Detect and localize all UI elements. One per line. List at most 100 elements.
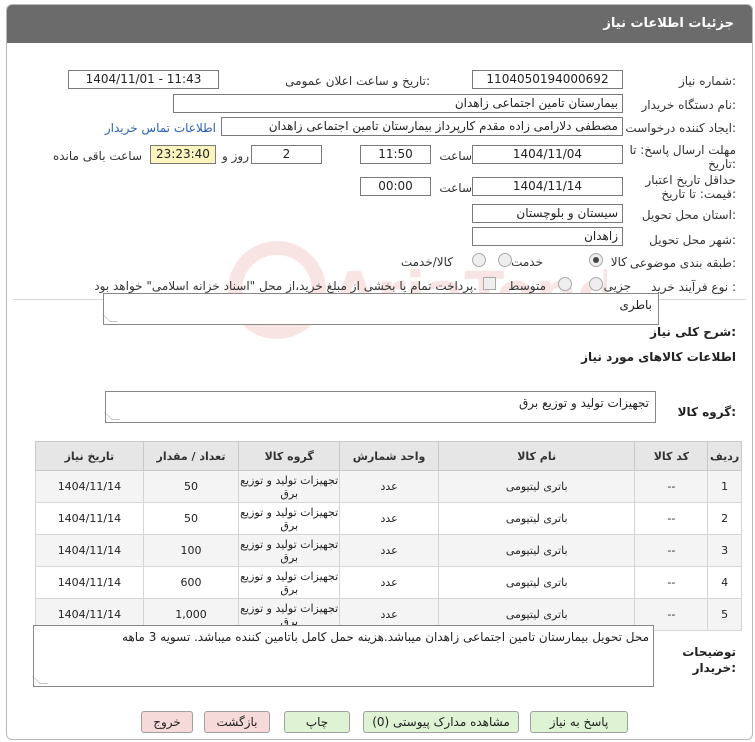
process-medium-radio[interactable]	[558, 277, 572, 291]
col-header-row-number: ردیف	[707, 441, 742, 471]
buyer-notes-label-line1: توضیحات	[682, 645, 736, 659]
category-service-radio[interactable]	[498, 253, 512, 267]
cell-unit: عدد	[339, 502, 439, 535]
city-label: شهر محل تحویل:	[649, 233, 736, 247]
goods-group-textarea: تجهیزات تولید و توزیع برق	[104, 391, 656, 423]
col-header-item-code: کد کالا	[634, 441, 709, 471]
deadline-label-line2: تاریخ:	[708, 157, 736, 171]
category-service-label: خدمت	[511, 255, 543, 269]
resize-grip-icon	[102, 314, 118, 322]
treasury-checkbox[interactable]	[483, 277, 496, 290]
reply-button[interactable]: پاسخ به نیاز	[530, 711, 628, 733]
remaining-time-field: 23:23:40	[150, 145, 216, 164]
price-validity-label-line1: حداقل تاریخ اعتبار	[645, 173, 736, 187]
cell-row-number: 2	[707, 502, 742, 535]
process-small-radio[interactable]	[589, 277, 603, 291]
deadline-date-field: 1404/11/04	[472, 145, 623, 164]
page: جزئیات اطلاعات نیاز AriaTender.neT شماره…	[0, 0, 755, 742]
cell-item-name: باتری لیتیومی	[437, 566, 636, 599]
cell-unit: عدد	[339, 470, 439, 503]
category-goods-service-label: کالا/خدمت	[400, 255, 453, 269]
cell-item-name: باتری لیتیومی	[437, 470, 636, 503]
cell-unit: عدد	[339, 566, 439, 599]
category-goods-radio[interactable]	[589, 253, 603, 267]
cell-quantity: 600	[142, 566, 240, 599]
cell-quantity: 50	[142, 502, 240, 535]
deadline-days-field: 2	[251, 145, 322, 164]
table-row: 3 -- باتری لیتیومی عدد تجهیزات تولید و ت…	[35, 534, 742, 567]
general-desc-label: شرح کلی نیاز:	[650, 325, 736, 339]
requester-label: ایجاد کننده درخواست:	[625, 121, 736, 135]
buyer-contact-link[interactable]: اطلاعات تماس خریدار	[105, 121, 216, 135]
need-details-panel: جزئیات اطلاعات نیاز AriaTender.neT شماره…	[6, 4, 753, 740]
cell-need-date: 1404/11/14	[35, 566, 144, 599]
cell-row-number: 3	[707, 534, 742, 567]
resize-grip-icon	[32, 676, 48, 684]
process-label: نوع فرآیند خرید :	[651, 280, 736, 294]
col-header-need-date: تاریخ نیاز	[35, 441, 144, 471]
cell-item-code: --	[634, 566, 709, 599]
days-label: روز و	[222, 149, 249, 163]
cell-quantity: 50	[142, 470, 240, 503]
cell-unit: عدد	[339, 534, 439, 567]
back-button[interactable]: بازگشت	[204, 711, 270, 733]
deadline-label-line1: مهلت ارسال پاسخ: تا	[629, 143, 736, 157]
cell-need-date: 1404/11/14	[35, 470, 144, 503]
exit-button[interactable]: خروج	[141, 711, 193, 733]
cell-goods-group: تجهیزات تولید و توزیع برق	[238, 534, 341, 567]
process-small-label: جزیی	[603, 279, 631, 293]
general-desc-textarea: باطری	[102, 293, 659, 325]
title-bar: جزئیات اطلاعات نیاز	[7, 5, 752, 43]
need-number-field: 1104050194000692	[472, 70, 623, 89]
col-header-unit: واحد شمارش	[339, 441, 439, 471]
cell-goods-group: تجهیزات تولید و توزیع برق	[238, 566, 341, 599]
page-title: جزئیات اطلاعات نیاز	[603, 16, 734, 31]
deadline-time-label: ساعت	[439, 149, 472, 163]
announce-datetime-label: تاریخ و ساعت اعلان عمومی:	[285, 74, 430, 88]
category-goods-service-radio[interactable]	[472, 253, 486, 267]
general-desc-text: باطری	[619, 298, 652, 312]
cell-need-date: 1404/11/14	[35, 502, 144, 535]
items-table: ردیف کد کالا نام کالا واحد شمارش گروه کا…	[35, 441, 742, 631]
cell-need-date: 1404/11/14	[35, 534, 144, 567]
province-field: سیستان و بلوچستان	[472, 204, 623, 223]
cell-item-code: --	[634, 470, 709, 503]
buyer-notes-label-line2: خریدار:	[692, 661, 736, 675]
cell-item-code: --	[634, 502, 709, 535]
cell-item-name: باتری لیتیومی	[437, 534, 636, 567]
price-validity-label-line2: قیمت: تا تاریخ:	[661, 187, 736, 201]
cell-row-number: 1	[707, 470, 742, 503]
resize-grip-icon	[104, 412, 120, 420]
buyer-org-label: نام دستگاه خریدار:	[641, 98, 737, 112]
cell-item-code: --	[634, 534, 709, 567]
col-header-goods-group: گروه کالا	[238, 441, 341, 471]
goods-group-text: تجهیزات تولید و توزیع برق	[519, 396, 649, 410]
process-medium-label: متوسط	[508, 279, 546, 293]
price-validity-date-field: 1404/11/14	[472, 177, 623, 196]
buyer-org-field: بیمارستان تامین اجتماعی زاهدان	[173, 94, 623, 113]
cell-row-number: 4	[707, 566, 742, 599]
cell-goods-group: تجهیزات تولید و توزیع برق	[238, 470, 341, 503]
treasury-note: پرداخت تمام یا بخشی از مبلغ خرید،از محل …	[94, 279, 477, 293]
buyer-notes-textarea: محل تحویل بیمارستان تامین اجتماعی زاهدان…	[32, 625, 654, 687]
print-button[interactable]: چاپ	[284, 711, 350, 733]
category-label: طبقه بندی موضوعی:	[629, 256, 736, 270]
table-row: 4 -- باتری لیتیومی عدد تجهیزات تولید و ت…	[35, 566, 742, 599]
goods-group-label: گروه کالا:	[677, 405, 736, 419]
price-validity-time-label: ساعت	[439, 181, 472, 195]
deadline-time-field: 11:50	[360, 145, 431, 164]
cell-quantity: 100	[142, 534, 240, 567]
view-attachments-button[interactable]: مشاهده مدارک پیوستی (0)	[363, 711, 519, 733]
cell-row-number: 5	[707, 598, 742, 631]
col-header-item-name: نام کالا	[437, 441, 636, 471]
remaining-label: ساعت باقی مانده	[52, 149, 142, 163]
category-goods-label: کالا	[610, 255, 627, 269]
cell-goods-group: تجهیزات تولید و توزیع برق	[238, 502, 341, 535]
announce-datetime-field: 1404/11/01 - 11:43	[68, 70, 219, 89]
buyer-notes-text: محل تحویل بیمارستان تامین اجتماعی زاهدان…	[122, 630, 649, 644]
province-label: استان محل تحویل:	[641, 208, 736, 222]
table-header-row: ردیف کد کالا نام کالا واحد شمارش گروه کا…	[35, 441, 742, 471]
need-number-label: شماره نیاز:	[678, 74, 736, 88]
price-validity-time-field: 00:00	[360, 177, 431, 196]
city-field: زاهدان	[472, 227, 623, 246]
